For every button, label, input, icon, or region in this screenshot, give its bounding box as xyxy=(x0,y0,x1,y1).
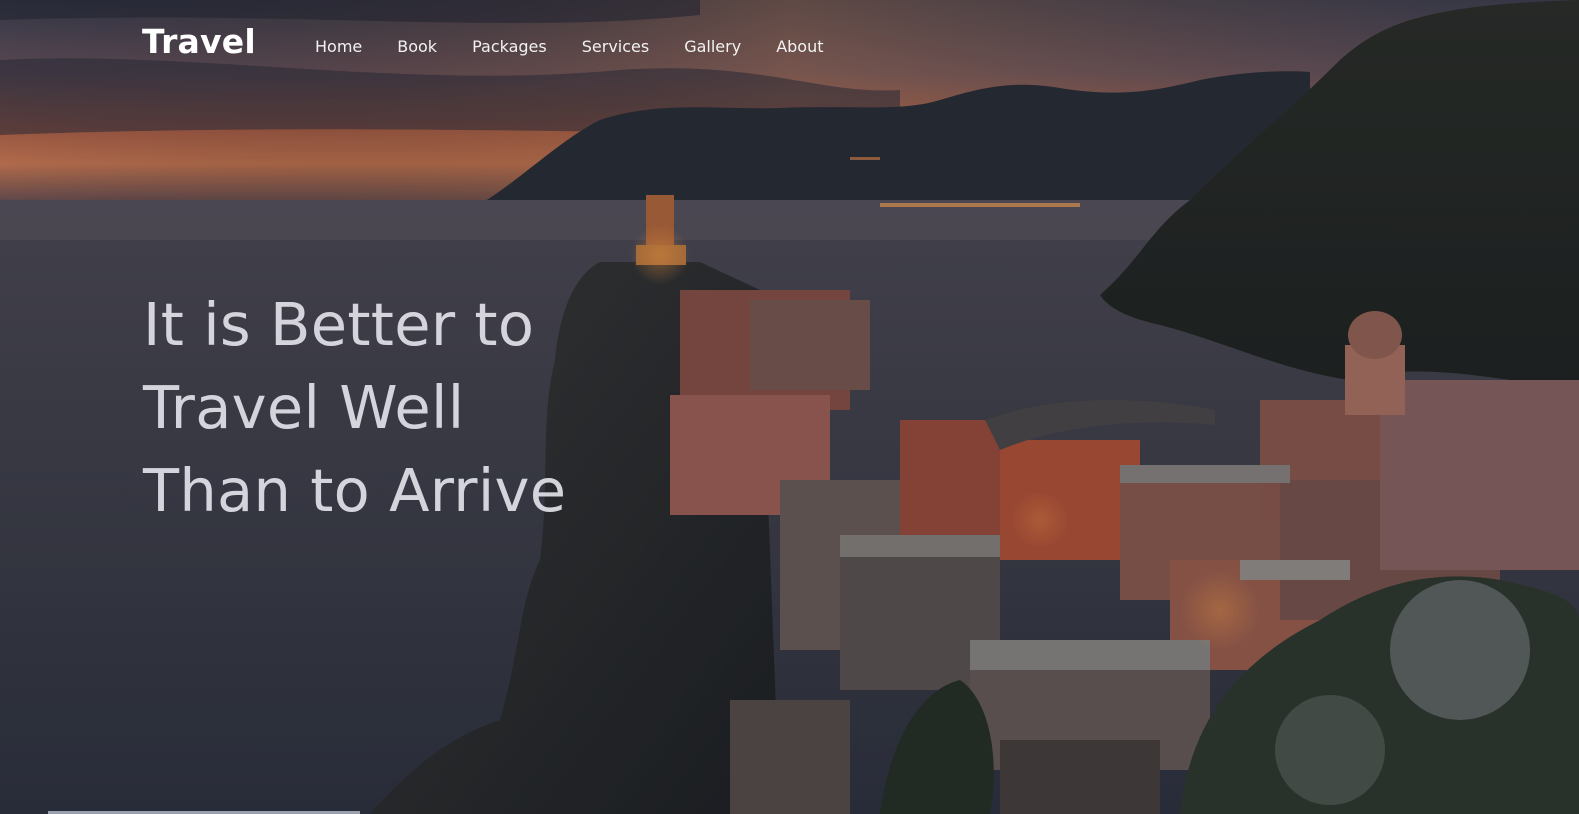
hero-headline-line: Travel Well xyxy=(143,373,465,442)
nav-link-services[interactable]: Services xyxy=(582,37,649,56)
nav-link-about[interactable]: About xyxy=(776,37,823,56)
hero-headline-line: Than to Arrive xyxy=(143,456,567,525)
hero-headline-line: It is Better to xyxy=(143,290,535,359)
nav-menu: Home Book Packages Services Gallery Abou… xyxy=(315,37,859,56)
nav-link-home[interactable]: Home xyxy=(315,37,362,56)
hero-section: Travel Home Book Packages Services Galle… xyxy=(0,0,1579,814)
nav-link-gallery[interactable]: Gallery xyxy=(684,37,741,56)
brand-logo[interactable]: Travel xyxy=(142,22,256,61)
hero-headline: It is Better to Travel Well Than to Arri… xyxy=(143,283,663,532)
nav-link-packages[interactable]: Packages xyxy=(472,37,547,56)
top-navigation: Travel Home Book Packages Services Galle… xyxy=(0,0,1579,96)
nav-link-book[interactable]: Book xyxy=(397,37,437,56)
